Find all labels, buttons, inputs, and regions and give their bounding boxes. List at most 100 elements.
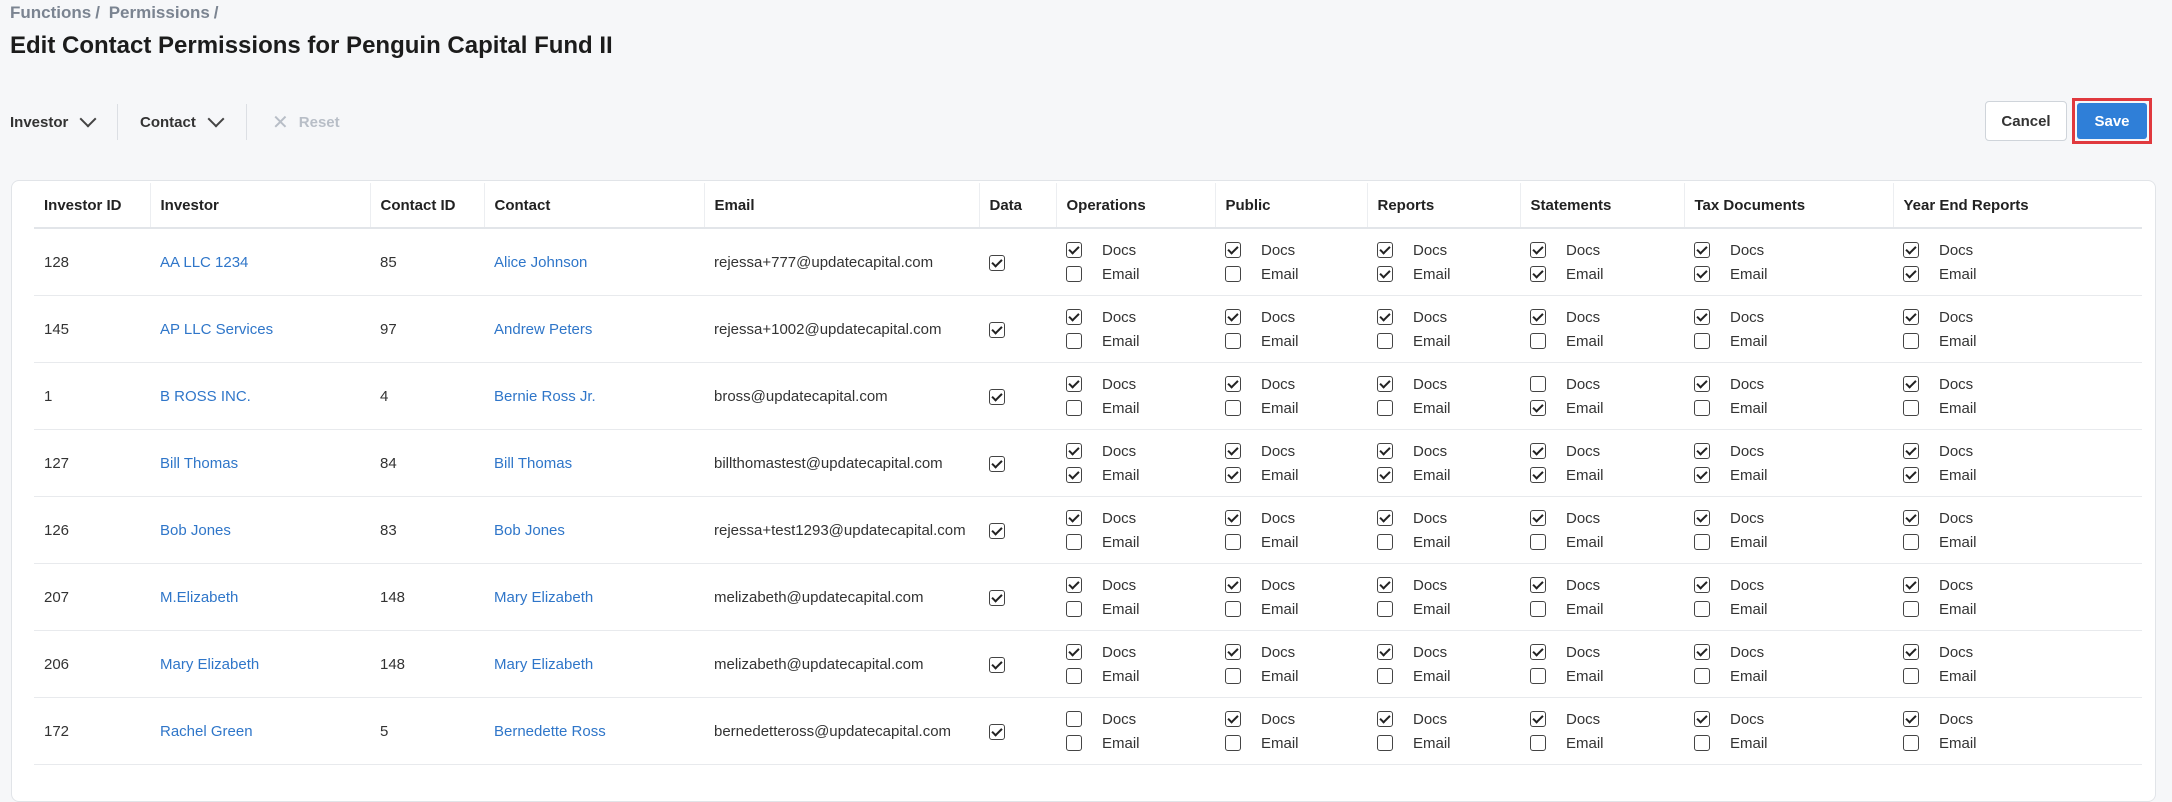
- public-docs-checkbox[interactable]: [1225, 577, 1241, 593]
- tax-documents-email-checkbox[interactable]: [1694, 333, 1710, 349]
- statements-docs-option[interactable]: Docs: [1530, 710, 1684, 728]
- investor-link[interactable]: Mary Elizabeth: [150, 630, 370, 698]
- reports-docs-checkbox[interactable]: [1377, 443, 1393, 459]
- operations-docs-option[interactable]: Docs: [1066, 241, 1215, 259]
- public-docs-checkbox[interactable]: [1225, 242, 1241, 258]
- operations-email-checkbox[interactable]: [1066, 668, 1082, 684]
- reports-docs-option[interactable]: Docs: [1377, 241, 1520, 259]
- operations-email-option[interactable]: Email: [1066, 533, 1215, 551]
- tax-documents-email-checkbox[interactable]: [1694, 400, 1710, 416]
- tax-documents-docs-checkbox[interactable]: [1694, 309, 1710, 325]
- column-header-statements[interactable]: Statements: [1520, 183, 1685, 229]
- statements-email-checkbox[interactable]: [1530, 333, 1546, 349]
- statements-email-checkbox[interactable]: [1530, 534, 1546, 550]
- public-docs-option[interactable]: Docs: [1225, 442, 1367, 460]
- data-checkbox[interactable]: [989, 522, 1005, 539]
- statements-email-option[interactable]: Email: [1530, 734, 1684, 752]
- operations-email-checkbox[interactable]: [1066, 266, 1082, 282]
- investor-filter-dropdown[interactable]: Investor: [10, 100, 97, 144]
- tax-documents-email-option[interactable]: Email: [1694, 332, 1893, 350]
- investor-link[interactable]: Bob Jones: [150, 496, 370, 564]
- year-end-reports-docs-option[interactable]: Docs: [1903, 710, 2142, 728]
- statements-email-option[interactable]: Email: [1530, 600, 1684, 618]
- year-end-reports-email-option[interactable]: Email: [1903, 533, 2142, 551]
- tax-documents-docs-checkbox[interactable]: [1694, 711, 1710, 727]
- tax-documents-docs-checkbox[interactable]: [1694, 644, 1710, 660]
- reports-email-option[interactable]: Email: [1377, 533, 1520, 551]
- public-docs-option[interactable]: Docs: [1225, 710, 1367, 728]
- column-header-investor-id[interactable]: Investor ID: [34, 183, 151, 229]
- tax-documents-email-option[interactable]: Email: [1694, 734, 1893, 752]
- public-email-checkbox[interactable]: [1225, 735, 1241, 751]
- tax-documents-email-checkbox[interactable]: [1694, 735, 1710, 751]
- reports-email-checkbox[interactable]: [1377, 601, 1393, 617]
- investor-link[interactable]: Rachel Green: [150, 697, 370, 765]
- operations-email-checkbox[interactable]: [1066, 735, 1082, 751]
- year-end-reports-docs-checkbox[interactable]: [1903, 711, 1919, 727]
- reports-docs-option[interactable]: Docs: [1377, 509, 1520, 527]
- tax-documents-docs-option[interactable]: Docs: [1694, 375, 1893, 393]
- operations-email-checkbox[interactable]: [1066, 534, 1082, 550]
- tax-documents-docs-option[interactable]: Docs: [1694, 509, 1893, 527]
- statements-docs-option[interactable]: Docs: [1530, 576, 1684, 594]
- tax-documents-email-checkbox[interactable]: [1694, 668, 1710, 684]
- reports-docs-checkbox[interactable]: [1377, 376, 1393, 392]
- reports-email-option[interactable]: Email: [1377, 265, 1520, 283]
- operations-email-option[interactable]: Email: [1066, 667, 1215, 685]
- public-docs-option[interactable]: Docs: [1225, 509, 1367, 527]
- reports-docs-option[interactable]: Docs: [1377, 643, 1520, 661]
- statements-docs-checkbox[interactable]: [1530, 510, 1546, 526]
- column-header-tax-documents[interactable]: Tax Documents: [1684, 183, 1894, 229]
- reports-email-checkbox[interactable]: [1377, 266, 1393, 282]
- operations-docs-checkbox[interactable]: [1066, 644, 1082, 660]
- operations-docs-option[interactable]: Docs: [1066, 643, 1215, 661]
- reports-docs-option[interactable]: Docs: [1377, 308, 1520, 326]
- statements-docs-option[interactable]: Docs: [1530, 643, 1684, 661]
- reports-docs-option[interactable]: Docs: [1377, 576, 1520, 594]
- reports-email-checkbox[interactable]: [1377, 333, 1393, 349]
- statements-docs-option[interactable]: Docs: [1530, 509, 1684, 527]
- contact-filter-dropdown[interactable]: Contact: [140, 100, 225, 144]
- year-end-reports-docs-option[interactable]: Docs: [1903, 643, 2142, 661]
- statements-email-checkbox[interactable]: [1530, 735, 1546, 751]
- tax-documents-email-checkbox[interactable]: [1694, 534, 1710, 550]
- operations-email-checkbox[interactable]: [1066, 467, 1082, 483]
- statements-email-option[interactable]: Email: [1530, 667, 1684, 685]
- contact-link[interactable]: Alice Johnson: [484, 228, 704, 296]
- tax-documents-email-option[interactable]: Email: [1694, 600, 1893, 618]
- public-docs-checkbox[interactable]: [1225, 309, 1241, 325]
- year-end-reports-email-option[interactable]: Email: [1903, 466, 2142, 484]
- statements-docs-checkbox[interactable]: [1530, 376, 1546, 392]
- contact-link[interactable]: Bill Thomas: [484, 429, 704, 497]
- year-end-reports-email-checkbox[interactable]: [1903, 668, 1919, 684]
- year-end-reports-docs-checkbox[interactable]: [1903, 577, 1919, 593]
- statements-email-checkbox[interactable]: [1530, 266, 1546, 282]
- year-end-reports-docs-option[interactable]: Docs: [1903, 308, 2142, 326]
- year-end-reports-email-option[interactable]: Email: [1903, 332, 2142, 350]
- year-end-reports-docs-option[interactable]: Docs: [1903, 241, 2142, 259]
- operations-docs-option[interactable]: Docs: [1066, 576, 1215, 594]
- reports-email-option[interactable]: Email: [1377, 399, 1520, 417]
- reports-email-option[interactable]: Email: [1377, 466, 1520, 484]
- operations-email-checkbox[interactable]: [1066, 400, 1082, 416]
- reports-email-checkbox[interactable]: [1377, 668, 1393, 684]
- save-button[interactable]: Save: [2077, 103, 2147, 139]
- public-email-option[interactable]: Email: [1225, 265, 1367, 283]
- operations-docs-option[interactable]: Docs: [1066, 442, 1215, 460]
- tax-documents-email-option[interactable]: Email: [1694, 399, 1893, 417]
- reports-docs-checkbox[interactable]: [1377, 711, 1393, 727]
- reset-button[interactable]: ✕ Reset: [272, 100, 340, 144]
- reports-docs-checkbox[interactable]: [1377, 510, 1393, 526]
- operations-email-option[interactable]: Email: [1066, 734, 1215, 752]
- tax-documents-docs-option[interactable]: Docs: [1694, 442, 1893, 460]
- tax-documents-docs-checkbox[interactable]: [1694, 443, 1710, 459]
- operations-email-option[interactable]: Email: [1066, 399, 1215, 417]
- reports-email-option[interactable]: Email: [1377, 734, 1520, 752]
- column-header-reports[interactable]: Reports: [1367, 183, 1521, 229]
- year-end-reports-email-checkbox[interactable]: [1903, 333, 1919, 349]
- year-end-reports-email-checkbox[interactable]: [1903, 735, 1919, 751]
- public-email-checkbox[interactable]: [1225, 266, 1241, 282]
- column-header-public[interactable]: Public: [1215, 183, 1368, 229]
- column-header-contact-id[interactable]: Contact ID: [370, 183, 485, 229]
- operations-email-option[interactable]: Email: [1066, 332, 1215, 350]
